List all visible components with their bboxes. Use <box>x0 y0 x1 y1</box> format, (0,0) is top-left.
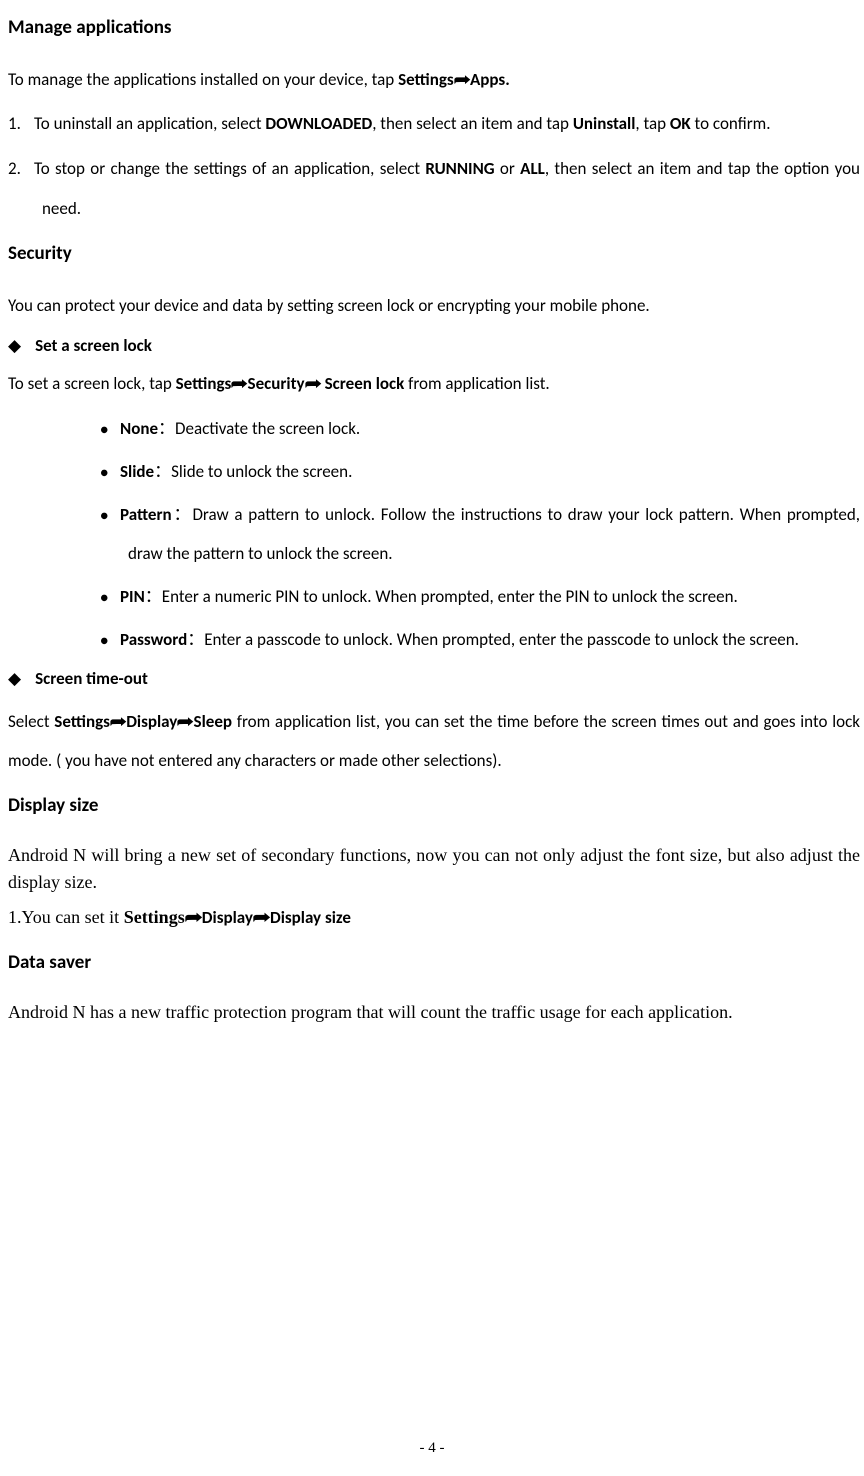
bullet-icon: ● <box>100 582 120 614</box>
diamond-set-screen-lock: ◆ Set a screen lock <box>4 330 860 362</box>
bold-display: Display <box>202 907 253 928</box>
display-size-p1: Android N will bring a new set of second… <box>4 842 860 896</box>
diamond-icon: ◆ <box>8 663 21 695</box>
bold-ok: OK <box>670 113 691 134</box>
text: To stop or change the settings of an app… <box>34 158 425 179</box>
screen-lock-options: ●None：Deactivate the screen lock. ●Slide… <box>4 409 860 660</box>
text: To set a screen lock, tap <box>8 373 176 394</box>
security-intro: You can protect your device and data by … <box>4 290 860 322</box>
bold-downloaded: DOWNLOADED <box>265 113 372 134</box>
bold-display-size: Display size <box>270 907 351 928</box>
text: to confirm. <box>691 113 771 134</box>
list-item: ●None：Deactivate the screen lock. <box>100 409 860 448</box>
heading-display-size: Display size <box>4 788 860 824</box>
text: or <box>495 158 521 179</box>
bullet-icon: ● <box>100 500 120 532</box>
set-screen-lock-intro: To set a screen lock, tap Settings➦Secur… <box>4 368 860 400</box>
arrow-icon: ➦ <box>252 904 270 931</box>
number-marker: 1. <box>8 104 34 143</box>
list-item: 1.To uninstall an application, select DO… <box>8 104 860 143</box>
text: , tap <box>635 113 670 134</box>
bold-apps: Apps. <box>470 69 510 90</box>
bold-uninstall: Uninstall <box>573 113 636 134</box>
list-item: ●Slide：Slide to unlock the screen. <box>100 452 860 491</box>
data-saver-p1: Android N has a new traffic protection p… <box>4 999 860 1026</box>
list-item: ●Password：Enter a passcode to unlock. Wh… <box>100 620 860 659</box>
text: Select <box>8 711 54 732</box>
arrow-icon: ➦ <box>177 702 194 741</box>
bold-security: Security <box>248 373 305 394</box>
colon: ： <box>154 461 171 482</box>
manage-apps-intro: To manage the applications installed on … <box>4 64 860 96</box>
bold-display: Display <box>126 711 177 732</box>
text: To manage the applications installed on … <box>8 69 398 90</box>
arrow-icon: ➦ <box>304 368 321 400</box>
heading-data-saver: Data saver <box>4 945 860 981</box>
bold-running: RUNNING <box>425 158 494 179</box>
bold-pattern: Pattern <box>120 504 172 525</box>
bold-all: ALL <box>520 158 545 179</box>
page-number: - 4 - <box>0 1434 864 1463</box>
bold-sleep: Sleep <box>194 711 232 732</box>
bold-none: None <box>120 418 158 439</box>
text: Draw a pattern to unlock. Follow the ins… <box>128 504 860 564</box>
text: Enter a numeric PIN to unlock. When prom… <box>162 586 738 607</box>
bullet-icon: ● <box>100 457 120 489</box>
list-item: 2.To stop or change the settings of an a… <box>8 149 860 227</box>
text: Enter a passcode to unlock. When prompte… <box>204 629 799 650</box>
bold-settings: Settings <box>54 711 110 732</box>
text: 1.You can set it <box>8 907 124 927</box>
diamond-screen-timeout: ◆ Screen time-out <box>4 663 860 695</box>
number-marker: 2. <box>8 149 34 188</box>
text: To uninstall an application, select <box>34 113 265 134</box>
bold-password: Password <box>120 629 187 650</box>
list-item: ●Pattern：Draw a pattern to unlock. Follo… <box>100 495 860 573</box>
diamond-label: Set a screen lock <box>35 330 152 362</box>
arrow-icon: ➦ <box>231 368 248 400</box>
colon: ： <box>187 629 204 650</box>
text: Deactivate the screen lock. <box>175 418 360 439</box>
colon: ： <box>145 586 162 607</box>
bold-settings: Settings <box>176 373 232 394</box>
arrow-icon: ➦ <box>453 64 470 96</box>
heading-manage-applications: Manage applications <box>4 10 860 46</box>
colon: ： <box>158 418 175 439</box>
bold-settings: Settings <box>124 907 185 927</box>
bullet-icon: ● <box>100 625 120 657</box>
arrow-icon: ➦ <box>110 702 127 741</box>
bold-pin: PIN <box>120 586 145 607</box>
bold-settings: Settings <box>398 69 454 90</box>
colon: ： <box>172 504 193 525</box>
diamond-icon: ◆ <box>8 330 21 362</box>
diamond-label: Screen time-out <box>35 663 148 695</box>
text: Slide to unlock the screen. <box>171 461 352 482</box>
arrow-icon: ➦ <box>184 904 202 931</box>
list-item: ●PIN：Enter a numeric PIN to unlock. When… <box>100 577 860 616</box>
heading-security: Security <box>4 236 860 272</box>
manage-apps-list: 1.To uninstall an application, select DO… <box>4 104 860 227</box>
bold-slide: Slide <box>120 461 154 482</box>
screen-timeout-para: Select Settings➦Display➦Sleep from appli… <box>4 702 860 780</box>
text: from application list. <box>404 373 549 394</box>
display-size-p2: 1.You can set it Settings➦Display➦Displa… <box>4 904 860 931</box>
bold-screen-lock: Screen lock <box>321 373 405 394</box>
bullet-icon: ● <box>100 414 120 446</box>
text: , then select an item and tap <box>372 113 573 134</box>
